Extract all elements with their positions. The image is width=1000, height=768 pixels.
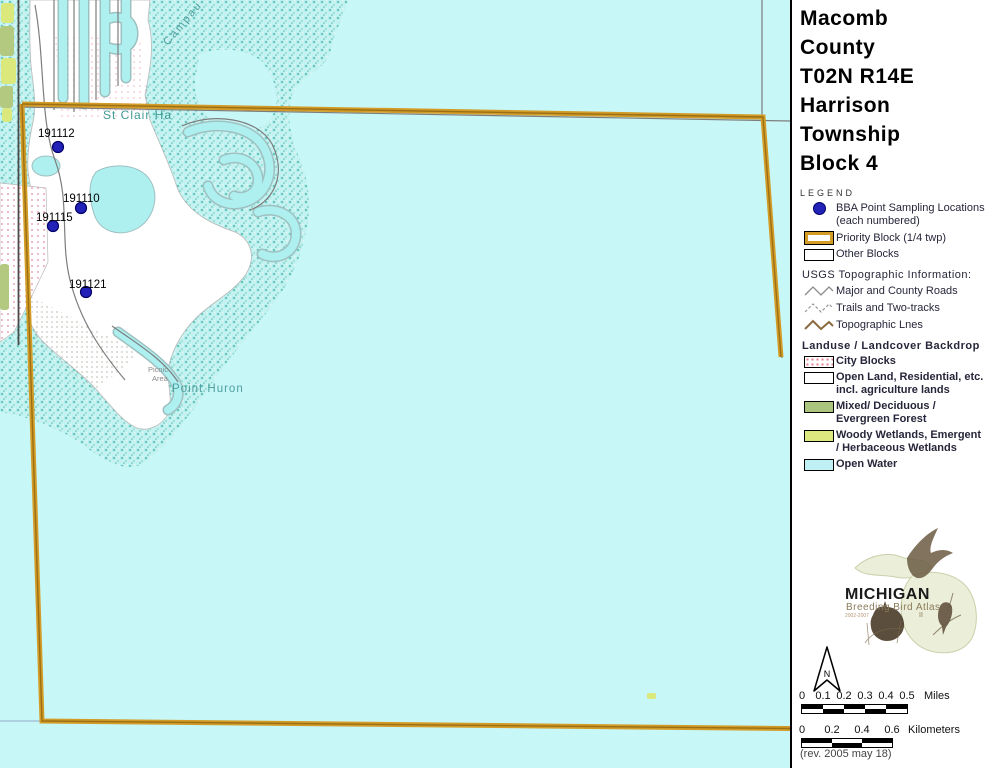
- usgs-heading: USGS Topographic Information:: [802, 269, 1000, 281]
- legend-label: Open Water: [836, 458, 897, 471]
- pond-large: [90, 166, 155, 233]
- legend-label: Open Land, Residential, etc.: [836, 371, 983, 384]
- legend-label: Priority Block (1/4 twp): [836, 232, 946, 245]
- shore-label: St Clair Ha: [103, 108, 172, 122]
- sampling-point-label: 191110: [63, 193, 100, 205]
- legend-item-forest: Mixed/ Deciduous /: [802, 400, 1000, 413]
- title-line: County: [800, 33, 1000, 62]
- legend-label: Trails and Two-tracks: [836, 302, 940, 315]
- legend-label: Woody Wetlands, Emergent: [836, 429, 981, 442]
- legend-label: Other Blocks: [836, 248, 899, 261]
- legend-item-wetlands: Woody Wetlands, Emergent: [802, 429, 1000, 442]
- miles-scale-bar: [801, 704, 908, 714]
- wetland-swatch-icon: [804, 430, 834, 442]
- logo-numeral: II: [919, 612, 923, 619]
- scale-tick-label: 0.6: [884, 724, 899, 736]
- topo-line-icon: [804, 318, 834, 332]
- point-label: Point Huron: [172, 383, 244, 395]
- legend-heading: LEGEND: [800, 188, 1000, 198]
- legend-item-open-land: Open Land, Residential, etc.: [802, 371, 1000, 384]
- scale-tick-label: 0.3: [857, 690, 872, 702]
- km-scale-labels: 0 0.2 0.4 0.6 Kilometers: [798, 724, 998, 738]
- map-sheet: Campau Bay St Clair Ha Point Huron Picni…: [0, 0, 1000, 768]
- scale-tick-label: 0.2: [836, 690, 851, 702]
- title-line: Township: [800, 120, 1000, 149]
- legend-item-topo-lines: Topographic Lnes: [802, 318, 1000, 332]
- hawk-icon: [907, 528, 953, 578]
- title-line: Macomb: [800, 4, 1000, 33]
- title-line: Block 4: [800, 149, 1000, 178]
- scale-unit-label: Miles: [924, 690, 950, 702]
- scale-tick-label: 0.2: [824, 724, 839, 736]
- mbba-logo: MICHIGAN Breeding Bird Atlas 2002-2007 I…: [795, 523, 995, 658]
- scale-tick-label: 0.4: [878, 690, 893, 702]
- city-blocks-swatch-icon: [804, 356, 834, 368]
- scale-tick-label: 0.5: [899, 690, 914, 702]
- picnic-label-2: Area: [152, 374, 169, 383]
- scale-tick-label: 0.1: [815, 690, 830, 702]
- legend-label: Evergreen Forest: [836, 413, 1000, 426]
- scale-tick-label: 0: [799, 690, 805, 702]
- legend-label: (each numbered): [836, 215, 1000, 228]
- km-scale-bar: [801, 738, 893, 748]
- miles-scale-labels: 0 0.1 0.2 0.3 0.4 0.5 Miles: [798, 690, 998, 704]
- map-canvas: Campau Bay St Clair Ha Point Huron Picni…: [0, 0, 790, 768]
- legend-label: Topographic Lnes: [836, 319, 923, 332]
- trail-line-icon: [804, 301, 834, 315]
- scale-bars: 0 0.1 0.2 0.3 0.4 0.5 Miles 0 0.2 0.4: [798, 690, 998, 750]
- legend-label: Major and County Roads: [836, 285, 958, 298]
- open-land-swatch-icon: [804, 372, 834, 384]
- legend-label: incl. agriculture lands: [836, 384, 1000, 397]
- sampling-point-label: 191121: [69, 279, 107, 291]
- legend-item-open-water: Open Water: [802, 458, 1000, 471]
- scale-tick-label: 0.4: [854, 724, 869, 736]
- other-blocks-swatch-icon: [804, 249, 834, 261]
- title-line: Harrison: [800, 91, 1000, 120]
- legend-label: / Herbaceous Wetlands: [836, 442, 1000, 455]
- forest-swatch-icon: [804, 401, 834, 413]
- priority-block-swatch-icon: [804, 231, 834, 245]
- north-arrow-label: N: [824, 669, 831, 679]
- pond-small: [32, 156, 60, 176]
- logo-subtitle: Breeding Bird Atlas: [846, 602, 941, 613]
- road-line-icon: [804, 284, 834, 298]
- legend-item-roads: Major and County Roads: [802, 284, 1000, 298]
- title-line: T02N R14E: [800, 62, 1000, 91]
- logo-state-name: MICHIGAN: [845, 586, 930, 603]
- revision-note: (rev. 2005 may 18): [800, 748, 892, 760]
- open-water-swatch-icon: [804, 459, 834, 471]
- sampling-dot-icon: [813, 202, 826, 215]
- legend-label: City Blocks: [836, 355, 896, 368]
- legend-item-trails: Trails and Two-tracks: [802, 301, 1000, 315]
- sampling-point-label: 191115: [36, 212, 73, 224]
- legend-item-priority-block: Priority Block (1/4 twp): [802, 231, 1000, 245]
- legend-label: Mixed/ Deciduous /: [836, 400, 936, 413]
- map-title: Macomb County T02N R14E Harrison Townshi…: [792, 0, 1000, 178]
- scale-unit-label: Kilometers: [908, 724, 960, 736]
- picnic-label-1: Picnic: [148, 365, 168, 374]
- logo-years: 2002-2007: [845, 613, 869, 619]
- scale-tick-label: 0: [799, 724, 805, 736]
- legend-item-city-blocks: City Blocks: [802, 355, 1000, 368]
- legend-label: BBA Point Sampling Locations: [836, 202, 985, 215]
- sampling-point-dot: [53, 142, 64, 153]
- landuse-heading: Landuse / Landcover Backdrop: [802, 340, 1000, 352]
- legend-item-other-blocks: Other Blocks: [802, 248, 1000, 261]
- legend-item-bba-points: BBA Point Sampling Locations: [802, 202, 1000, 215]
- sampling-point-label: 191112: [38, 128, 75, 140]
